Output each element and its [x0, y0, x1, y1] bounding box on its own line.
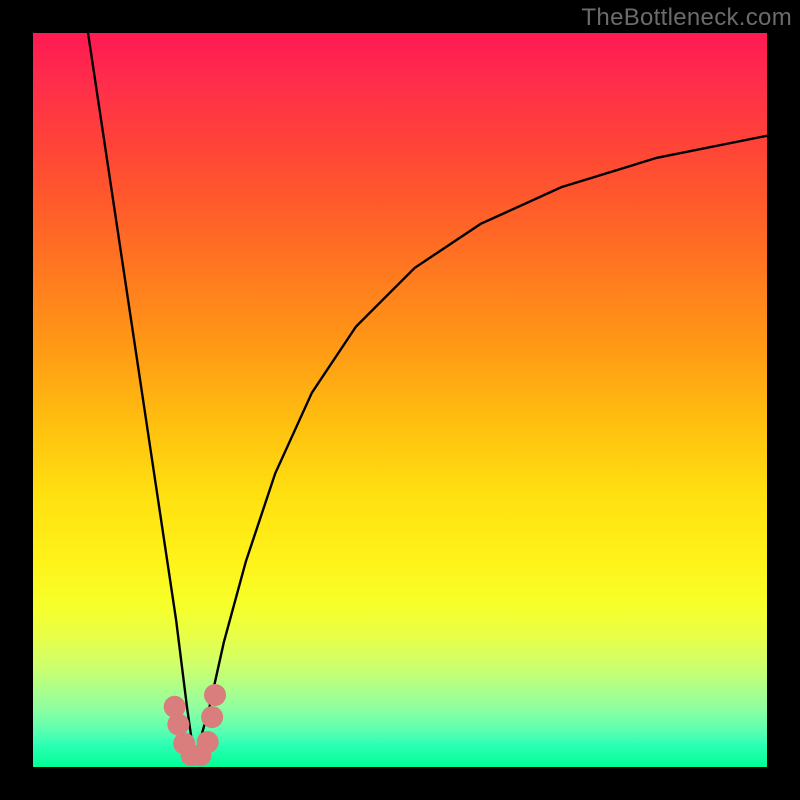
curve-layer	[33, 33, 767, 767]
outer-frame: TheBottleneck.com	[0, 0, 800, 800]
right-branch-path	[194, 136, 767, 760]
left-branch-path	[88, 33, 194, 760]
marker-dot	[167, 713, 189, 735]
marker-cluster	[164, 684, 226, 766]
marker-dot	[197, 731, 219, 753]
marker-dot	[204, 684, 226, 706]
watermark-text: TheBottleneck.com	[581, 4, 792, 32]
marker-dot	[201, 706, 223, 728]
plot-area	[33, 33, 767, 767]
